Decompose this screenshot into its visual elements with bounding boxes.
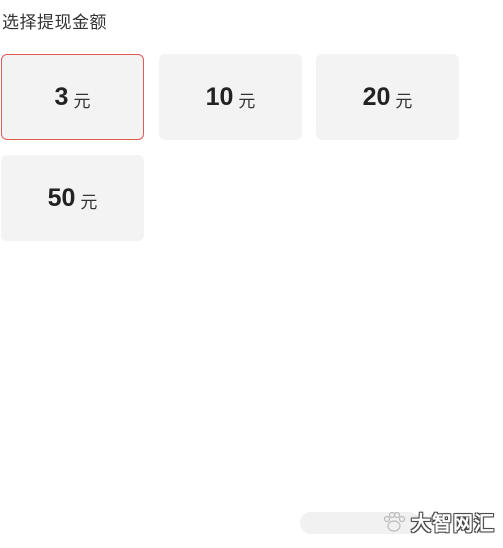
amount-value: 3 xyxy=(54,82,69,111)
amount-unit: 元 xyxy=(80,192,98,213)
paw-icon xyxy=(383,511,406,532)
amount-value: 50 xyxy=(47,183,76,212)
amount-option-10[interactable]: 10 元 xyxy=(159,54,302,140)
watermark-text: 大智网汇 xyxy=(411,511,495,535)
amount-value: 10 xyxy=(205,82,234,111)
amount-unit: 元 xyxy=(73,91,91,112)
withdraw-amount-title: 选择提现金额 xyxy=(2,13,107,33)
watermark: 大智网汇 xyxy=(381,507,495,536)
amount-unit: 元 xyxy=(395,91,413,112)
amount-unit: 元 xyxy=(238,91,256,112)
amount-option-20[interactable]: 20 元 xyxy=(316,54,459,140)
amount-value: 20 xyxy=(362,82,391,111)
amount-option-50[interactable]: 50 元 xyxy=(1,155,144,241)
amount-option-3[interactable]: 3 元 xyxy=(1,54,144,140)
